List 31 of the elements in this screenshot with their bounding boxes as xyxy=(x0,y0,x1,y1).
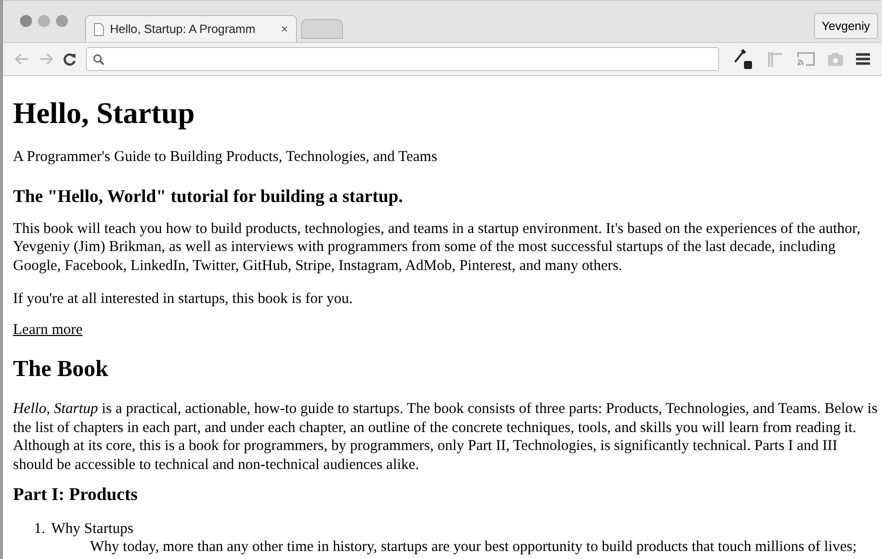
new-tab-button[interactable] xyxy=(301,19,343,39)
cast-icon[interactable] xyxy=(797,52,815,66)
paragraph: This book will teach you how to build products, technologies, and teams in a startup environment. It's based on the experiences of the author, Yevgeniy (Jim) Brikman, as well as interviews with programmers from some of the most successful startups of the last decade, including Google, Facebook, LinkedIn, Twitter, GitHub, Stripe, Instagram, AdMob, Pinterest, and many others. xyxy=(13,220,862,275)
zoom-window-icon[interactable] xyxy=(56,15,68,27)
chapter-summary: Why today, more than any other time in history, startups are your best opportunity to build products that touch millions of lives; xyxy=(89,538,857,554)
tab-title: Hello, Startup: A Programm xyxy=(110,21,256,38)
browser-tab[interactable]: Hello, Startup: A Programm × xyxy=(85,15,297,42)
paragraph: Hello, Startup is a practical, actionable, how-to guide to startups. The book consists of three parts: Products, Technologies, and Teams. Below is the list of chapters in each part, and under each chapter, an outline of the concrete techniques, tools, and skills you will learn from reading it. Although at its core, this is a book for programmers, by programmers, only Part II, Technologies, is significantly technical. Parts I and III should be accessible to technical and non-technical audiences alike. xyxy=(13,400,878,474)
signpost-icon[interactable] xyxy=(766,51,784,67)
section-heading: The Book xyxy=(13,355,110,383)
subtitle: A Programmer's Guide to Building Products, Technologies, and Teams xyxy=(13,148,438,166)
eyedropper-icon[interactable] xyxy=(733,48,753,70)
camera-icon[interactable] xyxy=(828,52,843,66)
forward-icon[interactable] xyxy=(39,53,53,65)
back-icon[interactable] xyxy=(15,53,29,65)
paragraph: If you're at all interested in startups, this book is for you. xyxy=(13,290,354,308)
section-heading: The "Hello, World" tutorial for building a startup. xyxy=(13,184,404,206)
list-number: 1. xyxy=(34,520,46,538)
learn-more-link[interactable]: Learn more xyxy=(13,320,83,339)
close-window-icon[interactable] xyxy=(20,15,32,27)
menu-icon[interactable] xyxy=(856,53,870,65)
page-title: Hello, Startup xyxy=(13,96,196,132)
search-icon xyxy=(93,54,104,64)
page-icon xyxy=(94,22,104,36)
tab-close-icon[interactable]: × xyxy=(280,20,288,38)
section-heading: Part I: Products xyxy=(13,483,139,505)
address-bar[interactable] xyxy=(86,47,719,71)
reload-icon[interactable] xyxy=(63,52,76,66)
profile-button[interactable]: Yevgeniy xyxy=(814,13,878,39)
chapter-title: Why Startups xyxy=(51,520,134,538)
minimize-window-icon[interactable] xyxy=(38,15,50,27)
